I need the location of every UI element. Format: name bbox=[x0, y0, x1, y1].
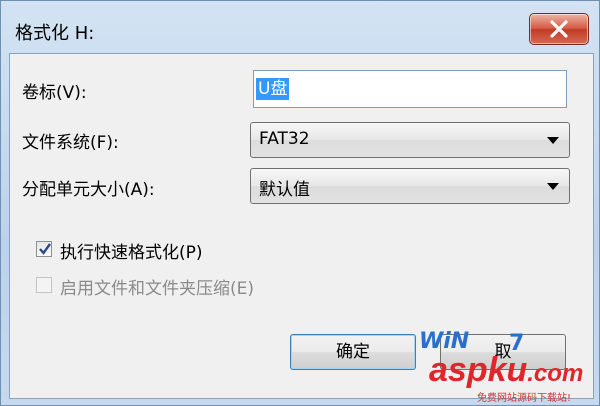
volume-label-value: U盘 bbox=[256, 78, 290, 100]
file-system-value: FAT32 bbox=[259, 129, 310, 149]
format-dialog: 格式化 H: 卷标(V): U盘 文件系统(F): FAT32 分配单元大小(A… bbox=[0, 0, 600, 406]
chevron-down-icon bbox=[547, 183, 559, 190]
file-system-select[interactable]: FAT32 bbox=[250, 122, 570, 158]
watermark-site-sub: 免费网站源码下载站! bbox=[477, 393, 572, 404]
checkmark-icon bbox=[39, 243, 51, 255]
close-icon bbox=[550, 20, 568, 38]
file-system-label: 文件系统(F): bbox=[22, 133, 119, 153]
allocation-unit-value: 默认值 bbox=[259, 180, 310, 200]
compression-checkbox[interactable] bbox=[36, 277, 52, 293]
site-watermark: WiN 7 aspku.com 免费网站源码下载站! bbox=[411, 329, 599, 405]
watermark-site-main: aspku bbox=[429, 351, 528, 389]
compression-label[interactable]: 启用文件和文件夹压缩(E) bbox=[60, 274, 254, 299]
quick-format-label[interactable]: 执行快速格式化(P) bbox=[60, 238, 203, 263]
close-button[interactable] bbox=[529, 13, 589, 45]
chevron-down-icon bbox=[547, 137, 559, 144]
dialog-title: 格式化 H: bbox=[15, 23, 95, 44]
volume-label-input[interactable]: U盘 bbox=[253, 70, 567, 108]
title-bar[interactable]: 格式化 H: bbox=[1, 1, 599, 53]
quick-format-checkbox[interactable] bbox=[36, 241, 52, 257]
volume-label-label: 卷标(V): bbox=[22, 83, 87, 103]
watermark-site-logo: aspku.com bbox=[429, 353, 583, 391]
allocation-unit-label: 分配单元大小(A): bbox=[22, 180, 155, 200]
ok-button[interactable]: 确定 bbox=[290, 334, 416, 370]
watermark-site-tld: .com bbox=[527, 360, 584, 387]
allocation-unit-select[interactable]: 默认值 bbox=[250, 168, 570, 204]
